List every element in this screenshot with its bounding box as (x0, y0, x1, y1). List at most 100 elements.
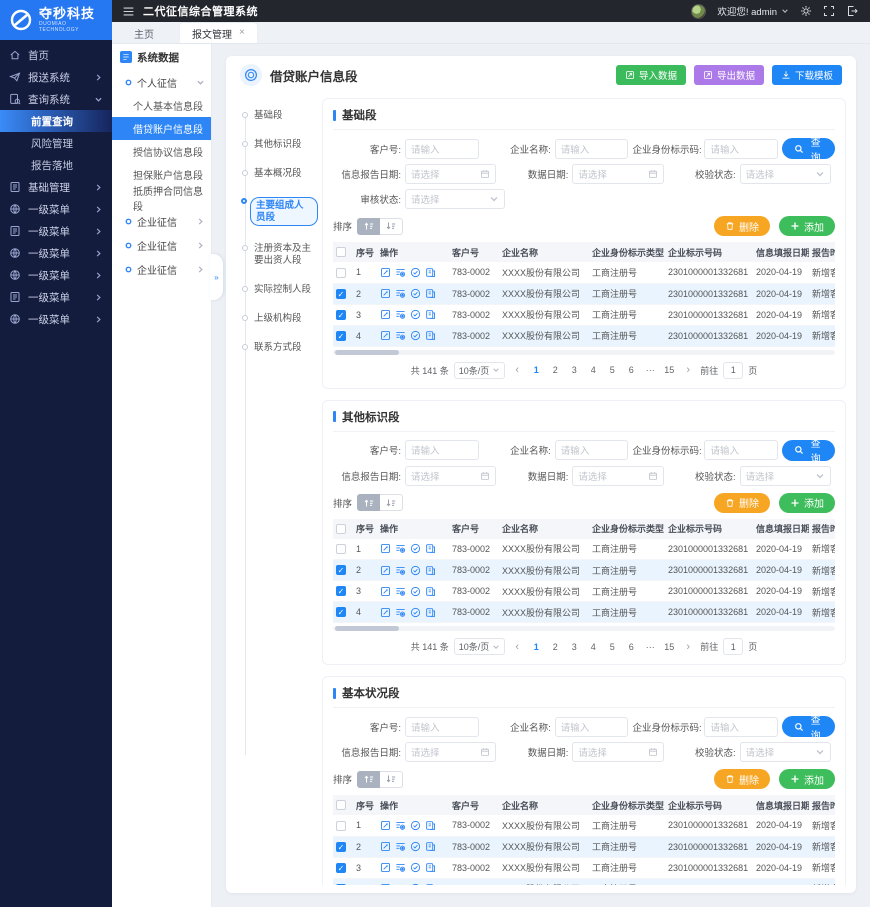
sidebar-item-一级菜单[interactable]: 一级菜单 (0, 242, 112, 264)
anchor-基本概况段[interactable]: 基本概况段 (240, 168, 318, 180)
logout-icon[interactable] (846, 5, 858, 17)
copy-icon[interactable] (425, 883, 436, 885)
fullscreen-icon[interactable] (823, 5, 835, 17)
company-name-input[interactable]: 请输入 (555, 717, 629, 737)
add-button[interactable]: 添加 (779, 769, 835, 789)
page-number-5[interactable]: 5 (605, 639, 619, 654)
page-number-···[interactable]: ··· (643, 639, 657, 654)
detail-icon[interactable] (395, 288, 406, 299)
edit-icon[interactable] (380, 841, 391, 852)
page-number-1[interactable]: 1 (529, 363, 543, 378)
edit-icon[interactable] (380, 330, 391, 341)
sort-asc-button[interactable] (357, 494, 380, 511)
page-number-4[interactable]: 4 (586, 639, 600, 654)
submenu-group-企业征信[interactable]: 企业征信 (112, 233, 211, 257)
row-checkbox[interactable]: ✓ (336, 289, 346, 299)
submenu-item-借贷账户信息段[interactable]: 借贷账户信息段 (112, 117, 211, 140)
edit-icon[interactable] (380, 607, 391, 618)
prev-page-button[interactable]: ‹ (510, 639, 524, 654)
detail-icon[interactable] (395, 543, 406, 554)
detail-icon[interactable] (395, 309, 406, 320)
page-number-15[interactable]: 15 (662, 639, 676, 654)
approve-icon[interactable] (410, 883, 421, 885)
next-page-button[interactable]: › (681, 639, 695, 654)
detail-icon[interactable] (395, 586, 406, 597)
page-number-5[interactable]: 5 (605, 363, 619, 378)
validate-status-select[interactable]: 请选择 (740, 742, 831, 762)
page-size-select[interactable]: 10条/页 (454, 638, 506, 655)
detail-icon[interactable] (395, 862, 406, 873)
submenu-item-授信协议信息段[interactable]: 授信协议信息段 (112, 140, 211, 163)
copy-icon[interactable] (425, 288, 436, 299)
page-number-4[interactable]: 4 (586, 363, 600, 378)
page-number-6[interactable]: 6 (624, 639, 638, 654)
customer-no-input[interactable]: 请输入 (405, 717, 479, 737)
data-date-picker[interactable]: 请选择 (572, 466, 663, 486)
edit-icon[interactable] (380, 820, 391, 831)
row-checkbox[interactable]: ✓ (336, 842, 346, 852)
select-all-checkbox[interactable] (336, 800, 346, 810)
edit-icon[interactable] (380, 862, 391, 873)
row-checkbox[interactable]: ✓ (336, 884, 346, 885)
goto-page-input[interactable]: 1 (723, 638, 743, 655)
page-number-···[interactable]: ··· (643, 363, 657, 378)
row-checkbox[interactable]: ✓ (336, 565, 346, 575)
detail-icon[interactable] (395, 267, 406, 278)
add-button[interactable]: 添加 (779, 493, 835, 513)
edit-icon[interactable] (380, 309, 391, 320)
detail-icon[interactable] (395, 841, 406, 852)
import-data-button[interactable]: 导入数据 (616, 65, 686, 85)
brand-logo[interactable]: 夺秒科技 DUOMIAO TECHNOLOGY (0, 0, 112, 40)
submenu-group-企业征信[interactable]: 企业征信 (112, 209, 211, 233)
sidebar-item-一级菜单[interactable]: 一级菜单 (0, 264, 112, 286)
approve-icon[interactable] (410, 586, 421, 597)
company-id-code-input[interactable]: 请输入 (704, 717, 778, 737)
tab-message-management[interactable]: 报文管理 × (180, 23, 257, 43)
company-id-code-input[interactable]: 请输入 (704, 139, 778, 159)
copy-icon[interactable] (425, 586, 436, 597)
row-checkbox[interactable] (336, 544, 346, 554)
approve-icon[interactable] (410, 309, 421, 320)
sort-desc-button[interactable] (380, 771, 403, 788)
sort-desc-button[interactable] (380, 218, 403, 235)
avatar[interactable] (691, 4, 706, 19)
scrollbar-thumb[interactable] (335, 626, 399, 631)
copy-icon[interactable] (425, 607, 436, 618)
row-checkbox[interactable]: ✓ (336, 331, 346, 341)
copy-icon[interactable] (425, 841, 436, 852)
select-all-checkbox[interactable] (336, 247, 346, 257)
edit-icon[interactable] (380, 586, 391, 597)
customer-no-input[interactable]: 请输入 (405, 139, 479, 159)
next-page-button[interactable]: › (681, 363, 695, 378)
search-button[interactable]: 查询 (782, 440, 835, 461)
page-number-3[interactable]: 3 (567, 639, 581, 654)
validate-status-select[interactable]: 请选择 (740, 164, 831, 184)
anchor-实际控制人段[interactable]: 实际控制人段 (240, 284, 318, 296)
review-status-select[interactable]: 请选择 (405, 189, 505, 209)
anchor-基础段[interactable]: 基础段 (240, 110, 318, 122)
sidebar-item-报送系统[interactable]: 报送系统 (0, 66, 112, 88)
submenu-item-个人基本信息段[interactable]: 个人基本信息段 (112, 94, 211, 117)
row-checkbox[interactable]: ✓ (336, 586, 346, 596)
add-button[interactable]: 添加 (779, 216, 835, 236)
search-button[interactable]: 查询 (782, 716, 835, 737)
goto-page-input[interactable]: 1 (723, 362, 743, 379)
approve-icon[interactable] (410, 543, 421, 554)
search-button[interactable]: 查询 (782, 138, 835, 159)
info-report-date-picker[interactable]: 请选择 (405, 164, 496, 184)
approve-icon[interactable] (410, 862, 421, 873)
customer-no-input[interactable]: 请输入 (405, 440, 479, 460)
anchor-主要组成人员段[interactable]: 主要组成人员段 (240, 197, 318, 227)
row-checkbox[interactable]: ✓ (336, 863, 346, 873)
gear-icon[interactable] (800, 5, 812, 17)
page-number-6[interactable]: 6 (624, 363, 638, 378)
approve-icon[interactable] (410, 607, 421, 618)
row-checkbox[interactable] (336, 268, 346, 278)
info-report-date-picker[interactable]: 请选择 (405, 466, 496, 486)
sidebar-item-首页[interactable]: 首页 (0, 44, 112, 66)
sort-desc-button[interactable] (380, 494, 403, 511)
company-id-code-input[interactable]: 请输入 (704, 440, 778, 460)
page-number-1[interactable]: 1 (529, 639, 543, 654)
copy-icon[interactable] (425, 267, 436, 278)
sort-asc-button[interactable] (357, 771, 380, 788)
